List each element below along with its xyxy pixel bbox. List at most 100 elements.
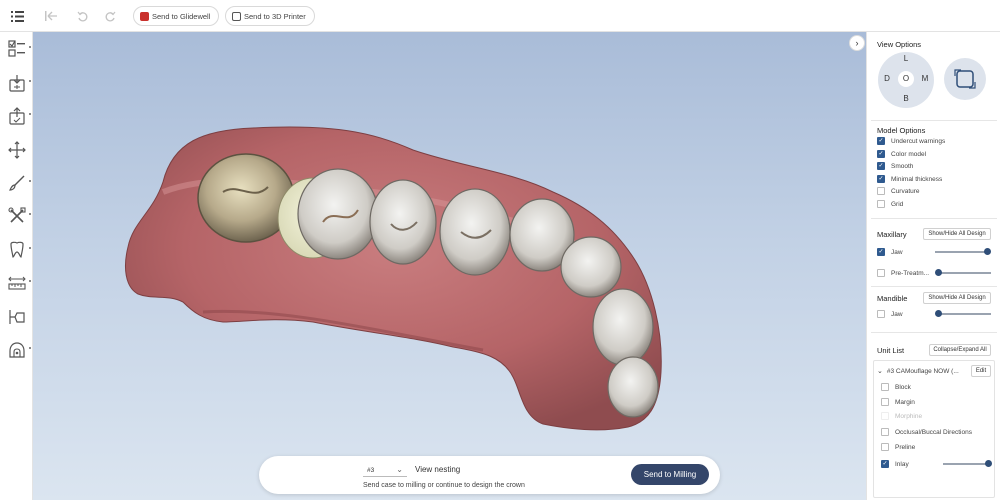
collapse-expand-button[interactable]: Collapse/Expand All xyxy=(929,344,991,356)
collapse-panel-button[interactable]: › xyxy=(849,35,865,51)
tooth-icon[interactable] xyxy=(6,239,31,261)
tool-expand-dot xyxy=(29,46,31,48)
brush-icon[interactable] xyxy=(6,172,31,194)
option-curvature[interactable]: Curvature xyxy=(877,185,920,197)
view-center-button[interactable]: O xyxy=(898,71,914,87)
view-left-button[interactable]: D xyxy=(882,74,892,84)
move-icon[interactable] xyxy=(6,139,28,161)
maxillary-jaw-slider[interactable] xyxy=(935,251,987,253)
unit-label: #3 CAMouflage NOW (... xyxy=(886,367,959,375)
margin-icon[interactable] xyxy=(6,306,28,328)
unit-list-title: Unit List xyxy=(877,346,905,355)
view-cube-button[interactable] xyxy=(944,58,986,100)
right-panel: View Options L D O M B Model Options ✓ Un… xyxy=(866,32,1000,500)
view-nesting-link[interactable]: View nesting xyxy=(415,465,460,474)
undo-icon[interactable] xyxy=(74,7,92,25)
maxillary-pretreatment-slider[interactable] xyxy=(937,272,991,274)
tool-expand-dot xyxy=(29,80,31,82)
tool-expand-dot xyxy=(29,247,31,249)
unit-select[interactable]: #3 ⌄ xyxy=(363,464,407,477)
checkbox-icon[interactable]: ✓ xyxy=(877,150,885,158)
chevron-down-icon[interactable]: ⌄ xyxy=(877,367,883,375)
option-label: Morphine xyxy=(895,412,923,420)
option-undercut-warnings[interactable]: ✓ Undercut warnings xyxy=(877,135,945,147)
option-grid[interactable]: Grid xyxy=(877,198,903,210)
glidewell-logo-icon xyxy=(140,11,149,21)
checklist-icon[interactable] xyxy=(6,38,31,60)
send-to-glidewell-button[interactable]: Send to Glidewell xyxy=(133,6,220,26)
hint-text: Send case to milling or continue to desi… xyxy=(363,482,525,489)
tool-expand-dot xyxy=(29,180,31,182)
scan-icon[interactable] xyxy=(6,339,31,361)
checkbox-icon[interactable] xyxy=(877,310,885,318)
unit-option-block[interactable]: Block xyxy=(881,381,911,393)
option-label: Jaw xyxy=(891,248,903,256)
view-top-button[interactable]: L xyxy=(901,54,911,64)
perspective-icon xyxy=(954,69,976,89)
unit-option-preline[interactable]: Preline xyxy=(881,441,915,453)
checkbox-icon[interactable] xyxy=(881,398,889,406)
maxillary-pretreatment-toggle[interactable]: Pre-Treatm... xyxy=(877,267,929,279)
import-icon[interactable] xyxy=(6,72,31,94)
mandible-jaw-toggle[interactable]: Jaw xyxy=(877,308,903,320)
mandible-title: Mandible xyxy=(877,294,908,303)
option-label: Pre-Treatm... xyxy=(891,269,930,277)
checkbox-icon[interactable]: ✓ xyxy=(877,248,885,256)
list-icon[interactable] xyxy=(8,7,26,25)
tooth-premolar-2 xyxy=(439,188,511,276)
unit-item[interactable]: ⌄ #3 CAMouflage NOW (... xyxy=(877,365,959,377)
option-smooth[interactable]: ✓ Smooth xyxy=(877,160,913,172)
first-page-icon[interactable] xyxy=(42,7,60,25)
divider xyxy=(871,120,997,121)
redo-icon[interactable] xyxy=(101,7,119,25)
tools-icon[interactable] xyxy=(6,205,31,227)
option-label: Color model xyxy=(891,150,927,158)
checkbox-icon[interactable] xyxy=(877,200,885,208)
checkbox-icon[interactable]: ✓ xyxy=(877,175,885,183)
export-icon[interactable] xyxy=(6,105,31,127)
checkbox-icon[interactable] xyxy=(881,443,889,451)
maxillary-show-hide-button[interactable]: Show/Hide All Design xyxy=(923,228,991,240)
send-to-glidewell-label: Send to Glidewell xyxy=(152,11,211,21)
checkbox-icon[interactable] xyxy=(877,187,885,195)
tooth-premolar-1 xyxy=(369,179,437,265)
checkbox-icon[interactable]: ✓ xyxy=(877,137,885,145)
maxillary-title: Maxillary xyxy=(877,230,907,239)
slider-knob[interactable] xyxy=(935,310,942,317)
send-to-3d-printer-button[interactable]: Send to 3D Printer xyxy=(225,6,315,26)
unit-option-occlusal-buccal[interactable]: Occlusal/Buccal Directions xyxy=(881,426,972,438)
unit-option-margin[interactable]: Margin xyxy=(881,396,915,408)
option-label: Grid xyxy=(891,200,904,208)
tool-expand-dot xyxy=(29,213,31,215)
slider-knob[interactable] xyxy=(985,460,992,467)
option-label: Block xyxy=(895,383,911,391)
checkbox-icon[interactable]: ✓ xyxy=(881,460,889,468)
option-color-model[interactable]: ✓ Color model xyxy=(877,148,926,160)
unit-option-inlay[interactable]: ✓ Inlay xyxy=(881,458,909,470)
printer-icon xyxy=(232,11,241,21)
checkbox-icon[interactable] xyxy=(881,428,889,436)
view-right-button[interactable]: M xyxy=(920,74,930,84)
send-to-milling-button[interactable]: Send to Milling xyxy=(631,464,709,485)
mandible-jaw-slider[interactable] xyxy=(937,313,991,315)
option-label: Jaw xyxy=(891,310,903,318)
tooth-incisor-2 xyxy=(607,356,659,418)
slider-knob[interactable] xyxy=(984,248,991,255)
checkbox-icon[interactable] xyxy=(881,383,889,391)
tool-expand-dot xyxy=(29,347,31,349)
option-label: Smooth xyxy=(891,162,914,170)
maxillary-jaw-toggle[interactable]: ✓ Jaw xyxy=(877,246,903,258)
mandible-show-hide-button[interactable]: Show/Hide All Design xyxy=(923,292,991,304)
checkbox-icon[interactable] xyxy=(877,269,885,277)
inlay-slider[interactable] xyxy=(943,463,989,465)
slider-knob[interactable] xyxy=(935,269,942,276)
left-toolbar xyxy=(0,32,33,500)
option-minimal-thickness[interactable]: ✓ Minimal thickness xyxy=(877,173,942,185)
dental-model[interactable] xyxy=(33,32,866,500)
3d-viewport[interactable] xyxy=(33,32,866,500)
checkbox-icon[interactable]: ✓ xyxy=(877,162,885,170)
option-label: Inlay xyxy=(895,460,909,468)
measure-icon[interactable] xyxy=(6,272,31,294)
edit-unit-button[interactable]: Edit xyxy=(971,365,991,377)
view-bottom-button[interactable]: B xyxy=(901,94,911,104)
